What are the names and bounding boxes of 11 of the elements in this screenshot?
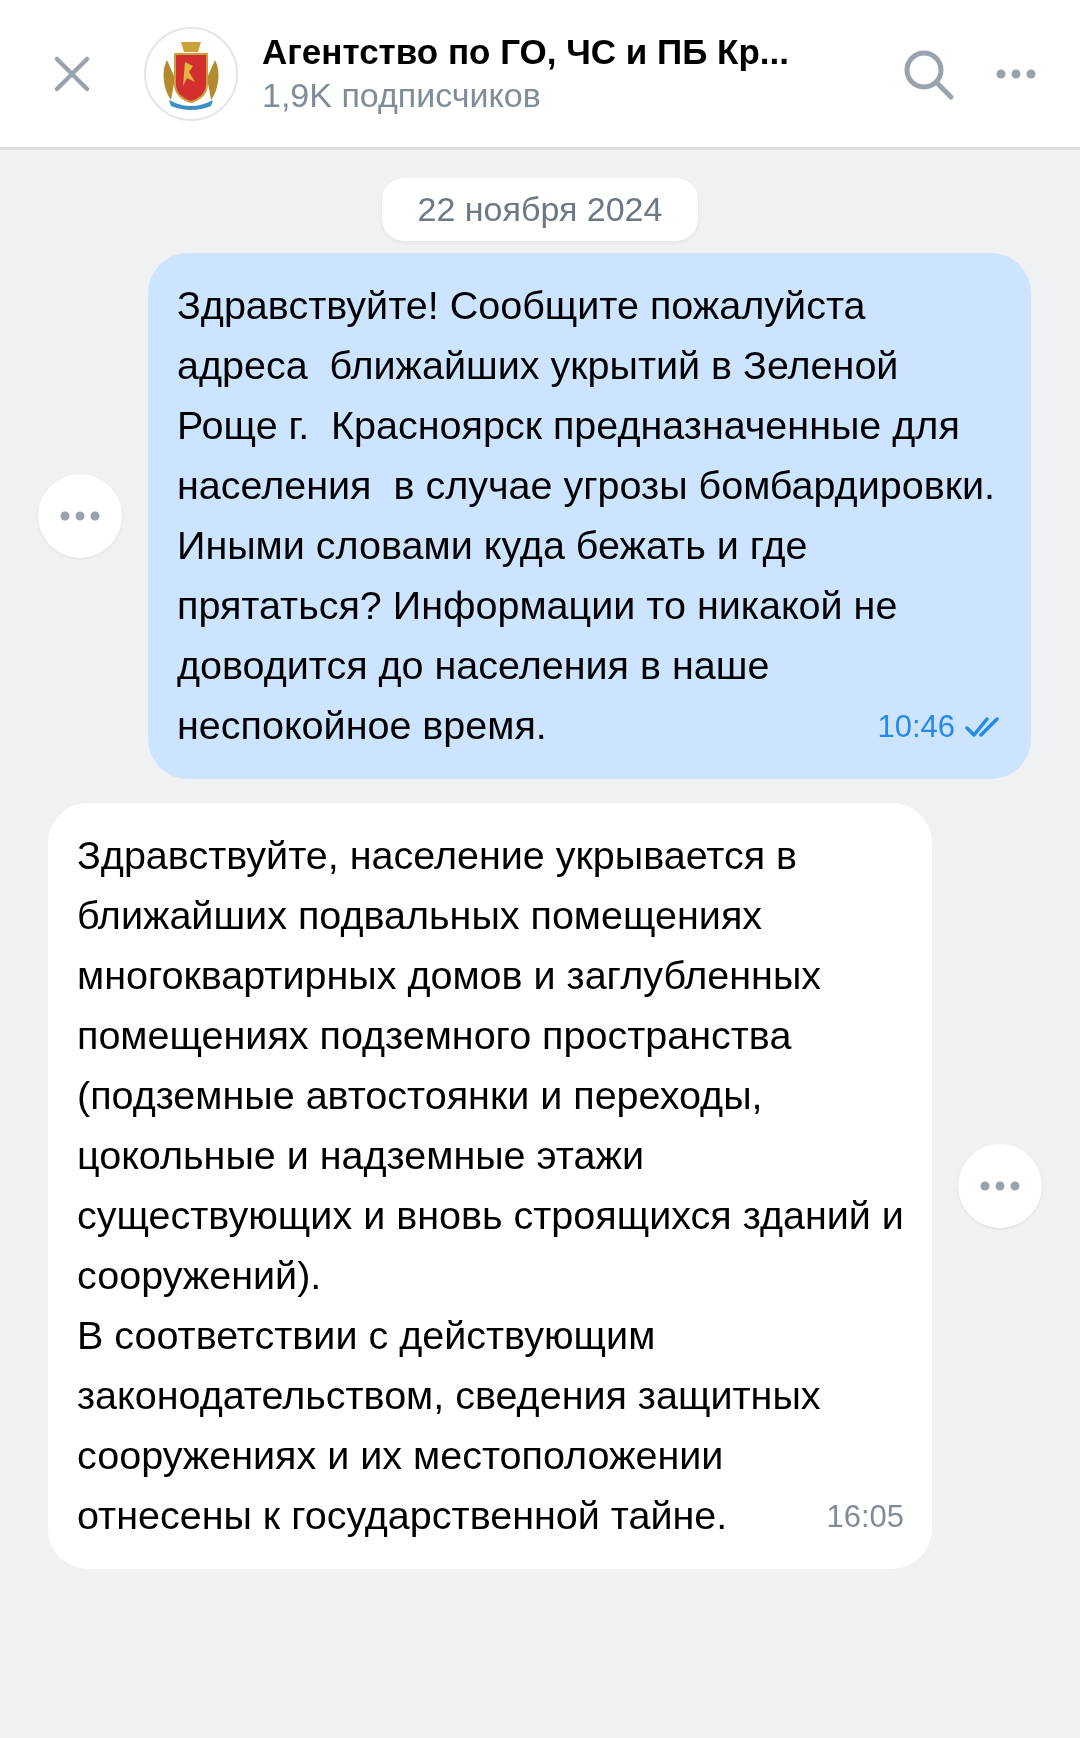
more-icon	[60, 511, 100, 521]
date-label: 22 ноября 2024	[381, 178, 699, 241]
message-bubble: Здравствуйте, население укрывается в ближайших подвальных помещениях многоквартирных домов и заглубленных помещениях подземного пространства (подземные автостоянки и переходы, цокольные и надземные этажи существующих и вновь строящихся зданий и сооружений). В соответствии с действующим законодательством, сведения защитных сооружениях и их местоположении отнесены к государственной тайне. 16:05	[48, 803, 932, 1569]
more-icon	[980, 1181, 1020, 1191]
message-bubble: Здравствуйте! Сообщите пожалуйста адреса ближайших укрытий в Зеленой Роще г. Красноярск предназначенные для населения в случае угрозы бомбардировки. Иными словами куда бежать и где прятаться? Информации то никакой не доводится до населения в наше неспокойное время. 10:46	[148, 253, 1031, 779]
channel-title: Агентство по ГО, ЧС и ПБ Кр...	[262, 32, 790, 72]
more-icon	[996, 68, 1036, 79]
message-time: 10:46	[877, 708, 955, 746]
close-icon	[54, 55, 90, 92]
subscriber-count: 1,9K подписчиков	[262, 76, 542, 115]
message-time: 16:05	[826, 1498, 904, 1536]
